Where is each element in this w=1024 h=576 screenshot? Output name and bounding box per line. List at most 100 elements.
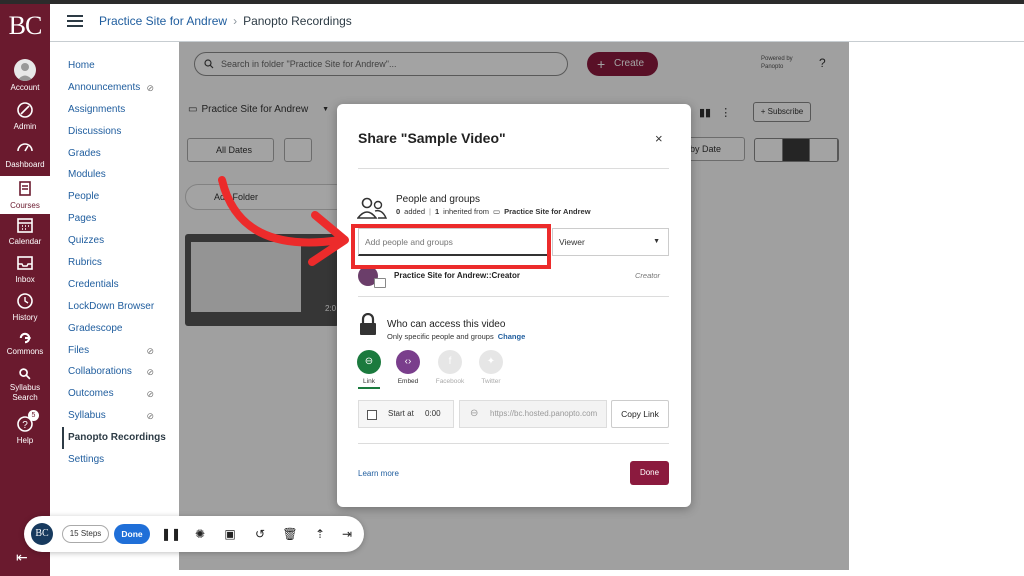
nav-admin-label: Admin (13, 122, 37, 131)
share-link-label: Link (363, 378, 375, 385)
course-nav-grades[interactable]: Grades (62, 143, 178, 165)
share-url-field[interactable]: ⊖ https://bc.hosted.panopto.com (459, 400, 607, 428)
nav-dashboard-label: Dashboard (5, 160, 45, 169)
nav-account-label: Account (10, 83, 40, 92)
embed-icon: ‹› (396, 350, 420, 374)
annotation-highlight-box (351, 224, 551, 269)
learn-more-link[interactable]: Learn more (358, 469, 399, 478)
nav-account[interactable]: Account (0, 59, 50, 93)
hamburger-menu-icon[interactable] (67, 15, 83, 27)
start-at-time[interactable]: 0:00 (425, 409, 441, 418)
nav-courses[interactable]: Courses (0, 176, 50, 214)
added-text: added (404, 207, 426, 216)
course-nav-label: Collaborations (68, 366, 132, 378)
course-nav-assignments[interactable]: Assignments (62, 99, 178, 121)
selected-underline (358, 387, 380, 389)
people-groups-title: People and groups (396, 194, 480, 205)
course-nav-panopto-recordings[interactable]: Panopto Recordings (62, 427, 178, 450)
course-nav-syllabus[interactable]: Syllabus ⊘ (62, 405, 178, 427)
course-nav-people[interactable]: People (62, 186, 178, 208)
member-role: Creator (635, 271, 661, 280)
help-badge: 5 (28, 410, 39, 421)
course-nav-modules[interactable]: Modules (62, 164, 178, 186)
undo-icon[interactable]: ↺ (252, 526, 268, 542)
pause-icon[interactable]: ❚❚ (161, 526, 181, 542)
change-link[interactable]: Change (498, 332, 526, 341)
nav-help[interactable]: ? Help (0, 414, 50, 446)
role-select[interactable]: Viewer ▼ (552, 228, 669, 256)
course-nav-quizzes[interactable]: Quizzes (62, 230, 178, 252)
admin-icon (17, 102, 33, 118)
course-nav-lockdown-browser[interactable]: LockDown Browser (62, 296, 178, 318)
history-icon (17, 293, 33, 309)
member-name: Practice Site for Andrew::Creator (394, 271, 520, 280)
nav-history[interactable]: History (0, 291, 50, 323)
course-nav: Home Announcements ⊘ Assignments Discussi… (62, 55, 178, 471)
copy-link-button[interactable]: Copy Link (611, 400, 669, 428)
calendar-icon (17, 218, 33, 233)
dashboard-icon (17, 143, 33, 152)
start-at-checkbox[interactable] (367, 410, 377, 420)
share-link-option[interactable]: ⊖ Link (349, 350, 389, 389)
course-nav-settings[interactable]: Settings (62, 449, 178, 471)
share-twitter-option[interactable]: ✦ Twitter (471, 350, 511, 385)
hidden-eye-icon: ⊘ (146, 411, 154, 422)
nav-calendar[interactable]: Calendar (0, 215, 50, 247)
top-strip (0, 0, 1024, 4)
blur-icon[interactable]: ✺ (192, 526, 208, 542)
modal-title: Share "Sample Video" (358, 130, 506, 146)
modal-divider (358, 296, 669, 297)
steps-count-button[interactable]: 15 Steps (62, 525, 109, 543)
nav-syllabus-search[interactable]: Syllabus Search (0, 367, 50, 403)
course-nav-announcements[interactable]: Announcements ⊘ (62, 77, 178, 99)
done-button[interactable]: Done (630, 461, 669, 485)
account-icon (14, 59, 36, 81)
start-at-control[interactable]: Start at 0:00 (358, 400, 454, 428)
nav-commons[interactable]: Commons (0, 331, 50, 357)
breadcrumb-page: Panopto Recordings (243, 14, 352, 28)
nav-commons-label: Commons (6, 347, 44, 356)
share-facebook-option[interactable]: f Facebook (430, 350, 470, 385)
nav-help-label: Help (16, 436, 34, 445)
nav-syllabus-search-label: Syllabus Search (9, 383, 41, 402)
course-nav-credentials[interactable]: Credentials (62, 274, 178, 296)
share-twitter-label: Twitter (481, 378, 501, 385)
separator: | (429, 207, 431, 216)
people-groups-summary: 0 added | 1 inherited from ▭ Practice Si… (396, 207, 591, 216)
added-count: 0 (396, 207, 401, 216)
global-nav: BC Account Admin Dashboard Courses Calen… (0, 4, 50, 576)
modal-divider (358, 443, 669, 444)
trash-icon[interactable]: 🗑 (282, 526, 298, 542)
share-embed-option[interactable]: ‹› Embed (388, 350, 428, 385)
share-url: https://bc.hosted.panopto.com (490, 409, 598, 418)
course-nav-home[interactable]: Home (62, 55, 178, 77)
twitter-icon: ✦ (479, 350, 503, 374)
course-nav-discussions[interactable]: Discussions (62, 121, 178, 143)
nav-inbox[interactable]: Inbox (0, 253, 50, 285)
skip-end-icon[interactable]: ⇥ (339, 526, 355, 542)
close-icon[interactable]: × (655, 131, 663, 146)
start-at-label: Start at (388, 409, 414, 418)
course-nav-gradescope[interactable]: Gradescope (62, 318, 178, 340)
collapse-nav-icon[interactable]: ⇤ (16, 549, 28, 566)
bc-logo[interactable]: BC (0, 4, 50, 48)
facebook-icon: f (438, 350, 462, 374)
image-icon[interactable]: ▣ (222, 526, 238, 542)
commons-icon (19, 332, 31, 344)
upload-icon[interactable]: ⇡ (312, 526, 328, 542)
course-nav-pages[interactable]: Pages (62, 208, 178, 230)
recorder-logo: BC (31, 523, 53, 545)
lock-icon (360, 313, 376, 335)
hidden-eye-icon: ⊘ (146, 389, 154, 400)
breadcrumb-course[interactable]: Practice Site for Andrew (99, 14, 227, 28)
course-nav-files[interactable]: Files ⊘ (62, 340, 178, 362)
share-embed-label: Embed (397, 378, 419, 385)
nav-inbox-label: Inbox (15, 275, 35, 284)
nav-admin[interactable]: Admin (0, 100, 50, 132)
nav-dashboard[interactable]: Dashboard (0, 138, 50, 170)
course-nav-collaborations[interactable]: Collaborations ⊘ (62, 361, 178, 383)
course-nav-outcomes[interactable]: Outcomes ⊘ (62, 383, 178, 405)
recorder-done-button[interactable]: Done (114, 524, 150, 544)
course-nav-rubrics[interactable]: Rubrics (62, 252, 178, 274)
course-nav-label: Outcomes (68, 388, 114, 400)
